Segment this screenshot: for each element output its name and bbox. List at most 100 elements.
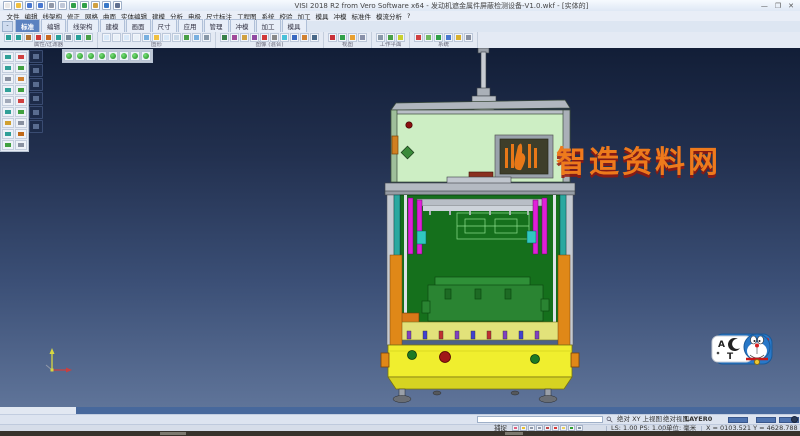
text-icon[interactable] — [15, 140, 27, 150]
shaded-view[interactable] — [64, 51, 74, 61]
prompt-input-bar[interactable] — [76, 407, 800, 414]
new-file-icon[interactable] — [3, 1, 12, 10]
extend-icon[interactable] — [15, 96, 27, 106]
filter-all-icon[interactable] — [84, 33, 93, 42]
graphics-texture-icon[interactable] — [172, 33, 181, 42]
graphics-section-icon[interactable] — [142, 33, 151, 42]
filter-point-icon[interactable] — [64, 33, 73, 42]
machine-model[interactable] — [365, 48, 580, 407]
graphics-background-icon[interactable] — [202, 33, 211, 42]
menu-item-18[interactable]: 模流分析 — [374, 11, 405, 21]
graphics-light-icon[interactable] — [152, 33, 161, 42]
line-icon[interactable] — [15, 107, 27, 117]
system-settings-icon[interactable] — [414, 33, 423, 42]
mirror-icon[interactable] — [15, 85, 27, 95]
preview-icon[interactable] — [58, 1, 67, 10]
menu-item-15[interactable]: 模具 — [313, 11, 331, 21]
zoom-fit[interactable] — [108, 51, 118, 61]
copy-icon[interactable] — [91, 1, 100, 10]
menu-item-16[interactable]: 冲模 — [331, 11, 349, 21]
view-iso-icon[interactable] — [348, 33, 357, 42]
zoom-out[interactable] — [130, 51, 140, 61]
search-icon[interactable] — [606, 416, 613, 423]
render-transparent-icon[interactable] — [250, 33, 259, 42]
tab-5[interactable]: 尺寸 — [152, 19, 177, 32]
view-back-icon[interactable] — [358, 33, 367, 42]
point-icon[interactable] — [2, 107, 14, 117]
system-tools-icon[interactable] — [454, 33, 463, 42]
circle-icon[interactable] — [15, 118, 27, 128]
attribute-layer-icon[interactable] — [14, 33, 23, 42]
render-gray-icon[interactable] — [270, 33, 279, 42]
view-top-icon[interactable] — [328, 33, 337, 42]
graphics-grid-icon[interactable] — [182, 33, 191, 42]
3d-viewport[interactable]: 智造资料网 A T — [0, 48, 800, 407]
menu-item-17[interactable]: 标准件 — [349, 11, 374, 21]
tab-9[interactable]: 加工 — [256, 19, 281, 32]
filter-solid-icon[interactable] — [24, 33, 33, 42]
render-shade-icon[interactable] — [230, 33, 239, 42]
arc-icon[interactable] — [2, 118, 14, 128]
tab-2[interactable]: 线架构 — [67, 19, 99, 32]
solid-icon[interactable] — [15, 129, 27, 139]
layers-icon[interactable] — [15, 63, 27, 73]
hidden-line-view[interactable] — [86, 51, 96, 61]
move-icon[interactable] — [15, 74, 27, 84]
filter-edge-icon[interactable] — [44, 33, 53, 42]
filter-face-icon[interactable] — [34, 33, 43, 42]
properties-tab[interactable] — [29, 120, 43, 133]
tab-0[interactable]: 标准 — [15, 19, 40, 32]
workplane-new-icon[interactable] — [376, 33, 385, 42]
maximize-button[interactable]: ❐ — [775, 2, 781, 10]
history-tab[interactable] — [29, 106, 43, 119]
redo-icon[interactable] — [80, 1, 89, 10]
print-icon[interactable] — [47, 1, 56, 10]
system-refresh-icon[interactable] — [434, 33, 443, 42]
graphics-ghost-icon[interactable] — [132, 33, 141, 42]
tab-7[interactable]: 管理 — [204, 19, 229, 32]
views-tab[interactable] — [29, 78, 43, 91]
measure-icon[interactable] — [2, 74, 14, 84]
attribute-color-icon[interactable] — [4, 33, 13, 42]
view-front-icon[interactable] — [338, 33, 347, 42]
workplane-reset-icon[interactable] — [396, 33, 405, 42]
select-filter-icon[interactable] — [2, 52, 14, 62]
tab-6[interactable]: 应用 — [178, 19, 203, 32]
model-tree-tab[interactable] — [29, 50, 43, 63]
zoom-in[interactable] — [119, 51, 129, 61]
ribbon-collapse-button[interactable]: - — [2, 21, 13, 32]
system-calculator-icon[interactable] — [424, 33, 433, 42]
graphics-axes-icon[interactable] — [192, 33, 201, 42]
workplane-align-icon[interactable] — [386, 33, 395, 42]
zoom-window-icon[interactable] — [2, 63, 14, 73]
system-archive-icon[interactable] — [464, 33, 473, 42]
open-file-icon[interactable] — [14, 1, 23, 10]
minimize-button[interactable]: — — [761, 2, 768, 10]
search-input[interactable] — [477, 416, 603, 423]
render-cyan-icon[interactable] — [280, 33, 289, 42]
dimension-icon[interactable] — [2, 140, 14, 150]
more-icon[interactable] — [113, 1, 122, 10]
render-steel-icon[interactable] — [310, 33, 319, 42]
render-edge-icon[interactable] — [240, 33, 249, 42]
menu-item-19[interactable]: ? — [405, 12, 413, 20]
tab-8[interactable]: 冲模 — [230, 19, 255, 32]
refresh-view[interactable] — [141, 51, 151, 61]
wireframe-view[interactable] — [75, 51, 85, 61]
trim-icon[interactable] — [2, 96, 14, 106]
render-blue-icon[interactable] — [290, 33, 299, 42]
save-as-icon[interactable] — [36, 1, 45, 10]
rotate-icon[interactable] — [2, 85, 14, 95]
active-layer-label[interactable]: LAYER0 — [685, 415, 712, 424]
filter-group-icon[interactable] — [74, 33, 83, 42]
filter-wire-icon[interactable] — [54, 33, 63, 42]
render-mode-icon[interactable] — [220, 33, 229, 42]
graphics-shaded-icon[interactable] — [102, 33, 111, 42]
tab-10[interactable]: 模具 — [282, 19, 307, 32]
render-orange-icon[interactable] — [300, 33, 309, 42]
graphics-material-icon[interactable] — [162, 33, 171, 42]
tab-4[interactable]: 画面 — [126, 19, 151, 32]
graphics-hidden-icon[interactable] — [122, 33, 131, 42]
system-table-icon[interactable] — [444, 33, 453, 42]
delete-icon[interactable] — [15, 52, 27, 62]
